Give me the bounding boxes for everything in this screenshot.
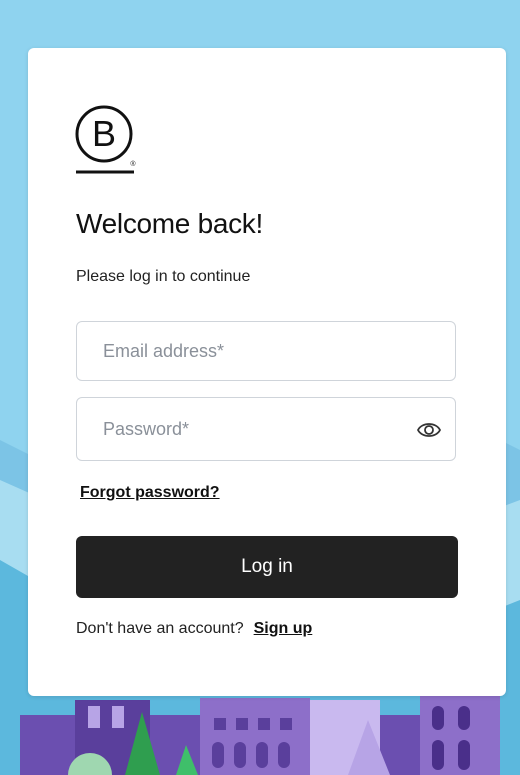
password-input[interactable] xyxy=(103,398,403,460)
signup-row: Don't have an account? Sign up xyxy=(76,620,312,638)
email-field[interactable] xyxy=(76,321,456,381)
forgot-password-link[interactable]: Forgot password? xyxy=(80,484,220,502)
b-corp-logo: B ® xyxy=(75,105,136,174)
signup-link[interactable]: Sign up xyxy=(254,620,313,637)
page-subtitle: Please log in to continue xyxy=(76,268,251,285)
eye-icon[interactable] xyxy=(417,419,441,441)
login-button[interactable]: Log in xyxy=(76,536,458,598)
password-field[interactable] xyxy=(76,397,456,461)
svg-text:®: ® xyxy=(130,160,136,168)
svg-text:B: B xyxy=(92,113,116,154)
email-input[interactable] xyxy=(103,322,403,380)
login-card: B ® Welcome back! Please log in to conti… xyxy=(28,48,506,696)
page-title: Welcome back! xyxy=(76,208,263,239)
signup-prompt: Don't have an account? xyxy=(76,620,244,637)
